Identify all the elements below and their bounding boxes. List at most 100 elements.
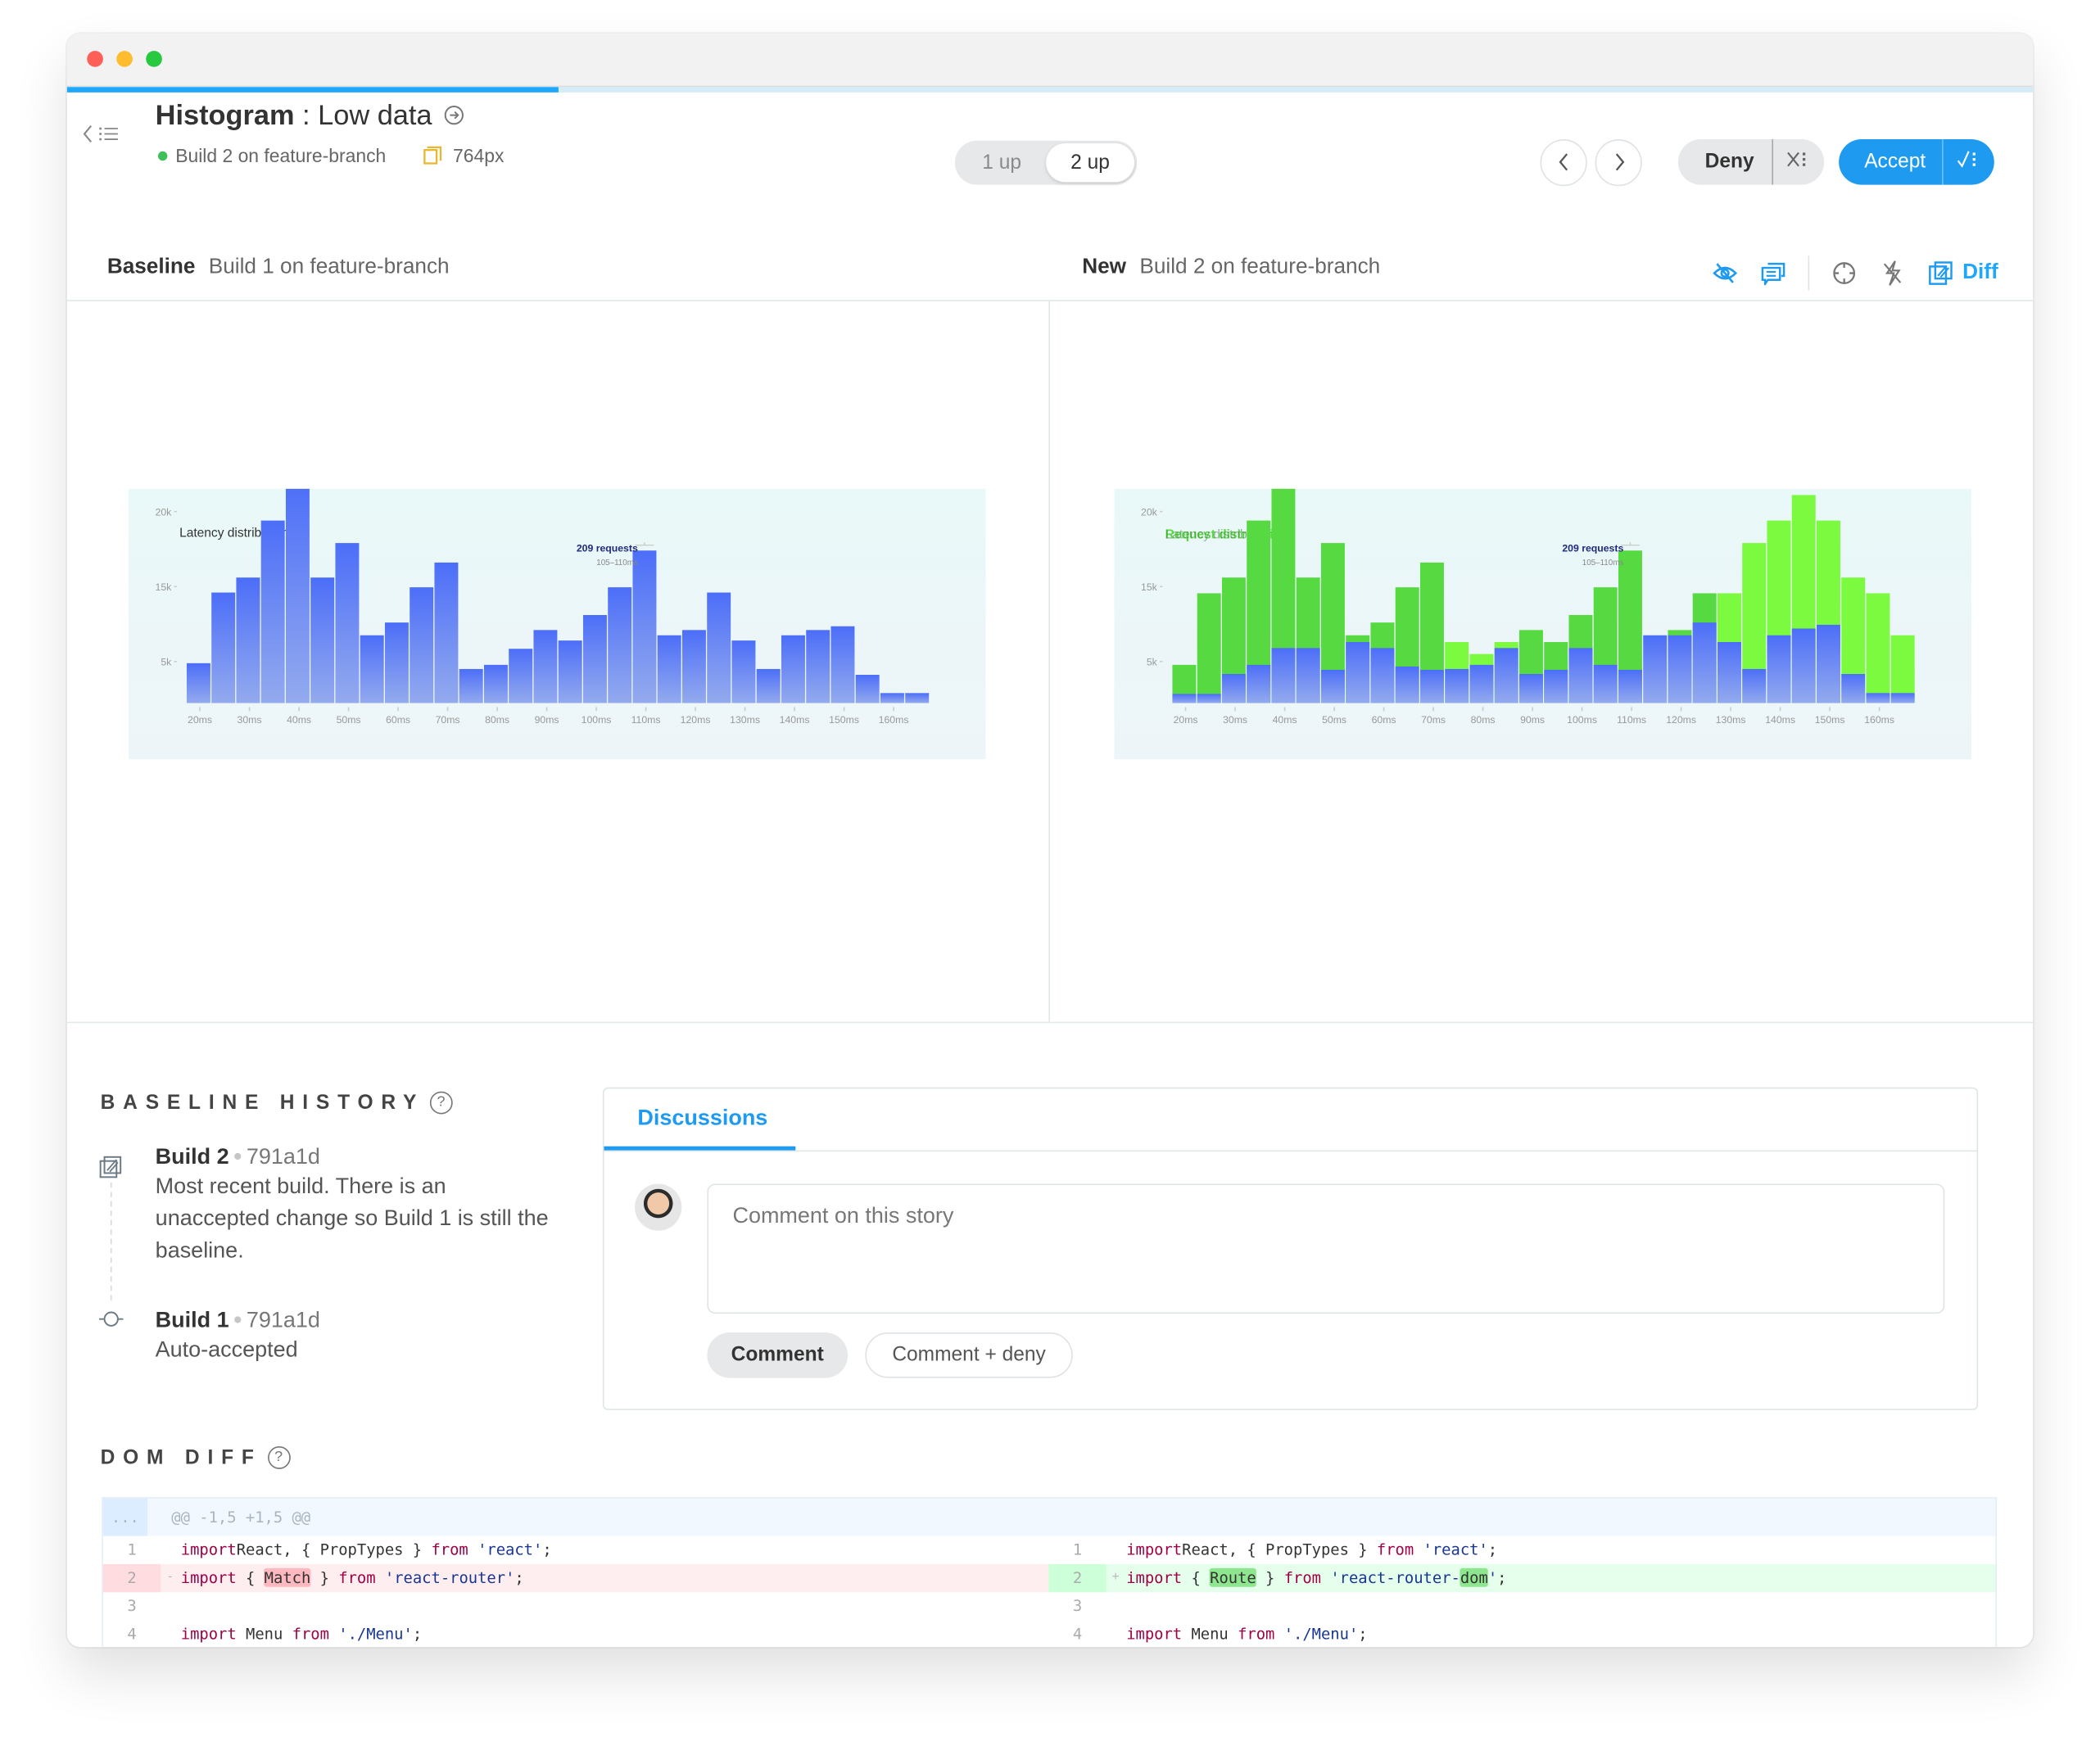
- diff-line: 3: [1048, 1592, 1995, 1620]
- histogram-bar: [1767, 635, 1791, 703]
- strobe-button[interactable]: [1880, 260, 1907, 287]
- deny-button-group: Deny: [1677, 139, 1824, 185]
- chevron-right-icon: [1614, 153, 1624, 171]
- histogram-bar: [459, 668, 483, 703]
- histogram-bar: [211, 592, 236, 703]
- build-name: Build 2: [155, 1145, 229, 1169]
- histogram-bar: [1296, 648, 1320, 703]
- diff-toggle-button[interactable]: [1928, 260, 1955, 287]
- chevron-left-list-icon: [83, 125, 118, 143]
- deny-batch-button[interactable]: [1771, 139, 1824, 185]
- history-item-build-1: Build 1 791a1d Auto-accepted: [156, 1309, 558, 1366]
- dom-diff-title-text: DOM DIFF: [100, 1446, 262, 1469]
- x-tick-label: 100ms: [582, 714, 612, 726]
- x-tick-label: 100ms: [1567, 714, 1597, 726]
- expand-hunk-button[interactable]: ...: [102, 1498, 147, 1536]
- x-tick-label: 50ms: [1322, 714, 1346, 726]
- tab-discussions[interactable]: Discussions: [604, 1088, 796, 1151]
- x-tick-label: 140ms: [1765, 714, 1795, 726]
- histogram-bar: [1419, 669, 1444, 703]
- code-text: import Menu from './Menu';: [180, 1624, 423, 1644]
- build-sha[interactable]: 791a1d: [247, 1145, 320, 1169]
- line-number[interactable]: 4: [103, 1621, 161, 1648]
- comment-button[interactable]: Comment: [707, 1332, 849, 1378]
- comment-deny-button[interactable]: Comment + deny: [865, 1332, 1073, 1378]
- discussions-panel: Discussions Comment Comment + deny: [602, 1087, 1979, 1410]
- line-number[interactable]: 2: [102, 1563, 161, 1593]
- histogram-bar: [533, 630, 558, 703]
- accept-button[interactable]: Accept: [1839, 139, 1942, 185]
- close-window-button[interactable]: [87, 51, 103, 67]
- x-tick-label: 150ms: [829, 714, 859, 726]
- histogram-bar: [905, 693, 930, 703]
- histogram-bar: [335, 543, 360, 703]
- question-circle-icon[interactable]: ?: [267, 1446, 291, 1469]
- deny-button[interactable]: Deny: [1678, 139, 1772, 185]
- comment-input[interactable]: [707, 1183, 1945, 1314]
- snapshot-toolbar: Diff: [1712, 256, 1998, 291]
- histogram-bar: [681, 630, 706, 703]
- build-description: Auto-accepted: [155, 1337, 298, 1362]
- histogram-bar: [1568, 648, 1593, 703]
- code-text: import Menu from './Menu';: [1126, 1624, 1368, 1644]
- x-tick-label: 80ms: [1471, 714, 1496, 726]
- accept-button-group: Accept: [1839, 139, 1994, 185]
- chevron-left-icon: [1558, 153, 1568, 171]
- diff-highlight-bar: [1197, 593, 1221, 703]
- line-number[interactable]: 4: [1048, 1621, 1106, 1648]
- diff-label[interactable]: Diff: [1962, 261, 1998, 285]
- x-tick-label: 60ms: [386, 714, 410, 726]
- histogram-bar: [1890, 693, 1915, 703]
- story-name: Low data: [318, 100, 432, 132]
- page-title: Histogram : Low data: [156, 101, 465, 133]
- line-number[interactable]: 3: [103, 1592, 161, 1620]
- line-number[interactable]: 1: [1048, 1536, 1106, 1564]
- view-2-up-option[interactable]: 2 up: [1046, 142, 1135, 183]
- arrow-circle-right-icon[interactable]: [444, 105, 465, 126]
- new-label: New: [1082, 256, 1127, 279]
- hunk-range: @@ -1,5 +1,5 @@: [171, 1508, 311, 1527]
- pane-divider: [1048, 301, 1050, 1022]
- x-tick-label: 20ms: [188, 714, 212, 726]
- title-separator: :: [294, 100, 319, 132]
- history-item-build-2: Build 2 791a1d Most recent build. There i…: [156, 1145, 558, 1267]
- baseline-header: Baseline Build 1 on feature-branch: [107, 256, 450, 279]
- minimize-window-button[interactable]: [116, 51, 133, 67]
- new-header: New Build 2 on feature-branch: [1082, 256, 1380, 279]
- histogram-bar: [1618, 669, 1642, 703]
- tooltip-title: 209 requests: [577, 543, 638, 554]
- inspect-button[interactable]: [1831, 260, 1858, 287]
- lightning-off-icon: [1884, 260, 1902, 286]
- x-tick-label: 70ms: [1421, 714, 1446, 726]
- histogram-bar: [1494, 648, 1518, 703]
- baseline-history-title-text: BASELINE HISTORY: [100, 1091, 425, 1115]
- line-number[interactable]: 2: [1048, 1563, 1107, 1593]
- comments-icon: [1762, 262, 1785, 286]
- accept-batch-button[interactable]: [1941, 139, 1994, 185]
- dom-diff-title: DOM DIFF?: [100, 1446, 291, 1469]
- x-tick-label: 30ms: [238, 714, 262, 726]
- next-story-button[interactable]: [1595, 139, 1642, 187]
- x-tick-label: 110ms: [631, 714, 661, 726]
- tooltip-subtitle: 105–110ms: [596, 559, 638, 568]
- previous-story-button[interactable]: [1540, 139, 1587, 187]
- histogram-bar: [1518, 673, 1543, 703]
- code-text: import { Match } from 'react-router';: [180, 1567, 524, 1587]
- histogram-bar: [830, 626, 855, 703]
- y-tick-label: 5k: [161, 657, 172, 668]
- question-circle-icon[interactable]: ?: [429, 1091, 453, 1115]
- diff-line: 2- import { Match } from 'react-router';: [102, 1563, 1049, 1593]
- back-to-list-button[interactable]: [80, 122, 129, 146]
- view-1-up-option[interactable]: 1 up: [963, 143, 1041, 182]
- maximize-window-button[interactable]: [146, 51, 162, 67]
- build-sha[interactable]: 791a1d: [247, 1309, 320, 1332]
- toggle-ignored-regions-button[interactable]: [1712, 260, 1739, 287]
- histogram-bar: [434, 562, 459, 703]
- baseline-history-title: BASELINE HISTORY?: [100, 1091, 453, 1115]
- y-tick-label: 5k: [1147, 657, 1158, 668]
- snapshot-panes: Latency distribution 5k 15k 20k 20ms 30ms 40ms…: [66, 301, 2034, 1024]
- line-number[interactable]: 1: [103, 1536, 161, 1564]
- x-tick-label: 140ms: [780, 714, 810, 726]
- line-number[interactable]: 3: [1048, 1592, 1106, 1620]
- toggle-comments-button[interactable]: [1760, 260, 1787, 287]
